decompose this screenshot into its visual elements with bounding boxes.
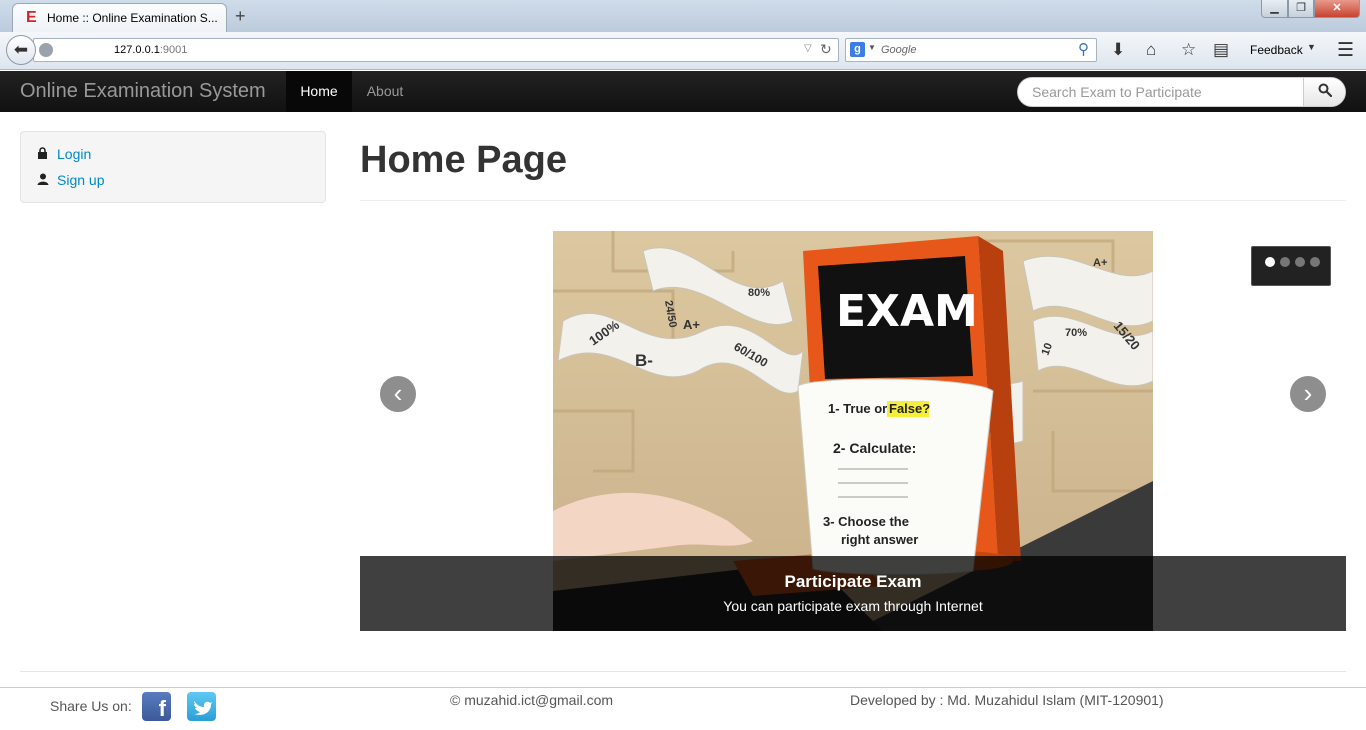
browser-toolbar: 127.0.0.1:9001 ▽ ↻ ⬅ g ▼ Google ⚲ ⬇ ⌂ ☆ … — [0, 32, 1366, 70]
feedback-button[interactable]: Feedback — [1250, 43, 1303, 57]
user-icon — [37, 173, 49, 188]
caption-text: You can participate exam through Interne… — [723, 598, 983, 614]
carousel-indicator[interactable] — [1265, 257, 1275, 267]
download-icon[interactable]: ⬇ — [1111, 40, 1125, 60]
window-close-button[interactable]: ✕ — [1314, 0, 1360, 18]
ribbon-text: A+ — [1093, 257, 1107, 269]
sidebar-item-signup[interactable]: Sign up — [37, 172, 104, 188]
globe-icon — [39, 43, 53, 57]
monitor-screen-text: EXAM — [836, 286, 978, 337]
exam-search-button[interactable] — [1303, 78, 1345, 106]
sidebar-well: Login Sign up — [20, 131, 326, 203]
facebook-icon[interactable]: f — [142, 692, 171, 721]
sidebar-item-login[interactable]: Login — [37, 146, 91, 162]
url-port: :9001 — [159, 44, 188, 56]
carousel-caption: Participate Exam You can participate exa… — [360, 556, 1346, 631]
browser-menu-icon[interactable]: ☰ — [1337, 39, 1354, 62]
url-history-dropdown-icon[interactable]: ▽ — [804, 43, 812, 54]
carousel-indicator[interactable] — [1280, 257, 1290, 267]
feedback-dropdown-icon[interactable]: ▼ — [1307, 42, 1316, 52]
page-title: Home Page — [360, 139, 567, 181]
ribbon-text: A+ — [683, 317, 700, 332]
carousel-indicators — [1251, 246, 1331, 286]
window-maximize-button[interactable]: ❐ — [1288, 0, 1314, 18]
exam-search-input[interactable] — [1018, 78, 1303, 106]
nav-item-home[interactable]: Home — [286, 71, 352, 112]
carousel-indicator[interactable] — [1295, 257, 1305, 267]
site-brand[interactable]: Online Examination System — [20, 80, 266, 103]
developer-credit: Developed by : Md. Muzahidul Islam (MIT-… — [850, 692, 1164, 708]
question-text: 2- Calculate: — [833, 440, 916, 456]
new-tab-button[interactable]: + — [235, 6, 246, 27]
question-text: 1- True or — [828, 401, 887, 416]
address-bar[interactable]: 127.0.0.1:9001 ▽ ↻ — [33, 38, 839, 62]
caption-title: Participate Exam — [784, 572, 922, 591]
bookmark-star-icon[interactable]: ☆ — [1181, 40, 1196, 60]
exam-search-form — [1017, 77, 1346, 107]
browser-search-placeholder: Google — [881, 44, 917, 56]
question-text: right answer — [841, 532, 918, 547]
back-button[interactable]: ⬅ — [6, 35, 36, 65]
browser-tab[interactable]: E Home :: Online Examination S... — [12, 3, 227, 33]
search-icon — [1318, 83, 1333, 98]
title-divider — [360, 200, 1346, 201]
sidebar-item-label: Sign up — [57, 172, 105, 188]
footer: Share Us on: f © muzahid.ict@gmail.com D… — [0, 687, 1366, 730]
question-answer-text: False? — [889, 401, 930, 416]
bookmarks-list-icon[interactable]: ▤ — [1213, 40, 1229, 60]
ribbon-text: 80% — [748, 287, 770, 299]
site-favicon-icon: E — [26, 9, 37, 26]
ribbon-text: B- — [635, 351, 653, 370]
carousel-next-button[interactable]: › — [1288, 374, 1328, 414]
site-navbar: Online Examination System Home About — [0, 71, 1366, 112]
footer-divider — [20, 671, 1346, 672]
twitter-bird-icon — [194, 701, 212, 715]
url-host: 127.0.0.1 — [114, 44, 160, 56]
back-arrow-icon: ⬅ — [13, 40, 29, 59]
twitter-icon[interactable] — [187, 692, 216, 721]
reload-icon[interactable]: ↻ — [820, 41, 832, 58]
search-magnifier-icon[interactable]: ⚲ — [1078, 40, 1089, 58]
home-icon[interactable]: ⌂ — [1146, 40, 1156, 60]
tab-title: Home :: Online Examination S... — [47, 11, 217, 25]
browser-search-box[interactable]: g ▼ Google ⚲ — [845, 38, 1097, 62]
window-minimize-button[interactable]: ▁ — [1261, 0, 1288, 18]
carousel-prev-button[interactable]: ‹ — [378, 374, 418, 414]
carousel-indicator[interactable] — [1310, 257, 1320, 267]
address-text: 127.0.0.1:9001 — [114, 44, 187, 56]
copyright-text: © muzahid.ict@gmail.com — [450, 692, 614, 708]
engine-dropdown-icon[interactable]: ▼ — [868, 43, 876, 52]
sidebar-item-label: Login — [57, 146, 92, 162]
ribbon-text: 70% — [1065, 327, 1087, 339]
google-engine-icon[interactable]: g — [850, 42, 865, 57]
question-text: 3- Choose the — [823, 514, 909, 529]
share-label: Share Us on: — [50, 698, 132, 714]
browser-tab-bar: E Home :: Online Examination S... + ▁ ❐ … — [0, 0, 1366, 33]
nav-item-about[interactable]: About — [352, 71, 418, 112]
lock-icon — [37, 147, 49, 162]
carousel: 100% B- A+ 60/100 80% 24/50 A+ 15/20 70%… — [360, 231, 1346, 631]
